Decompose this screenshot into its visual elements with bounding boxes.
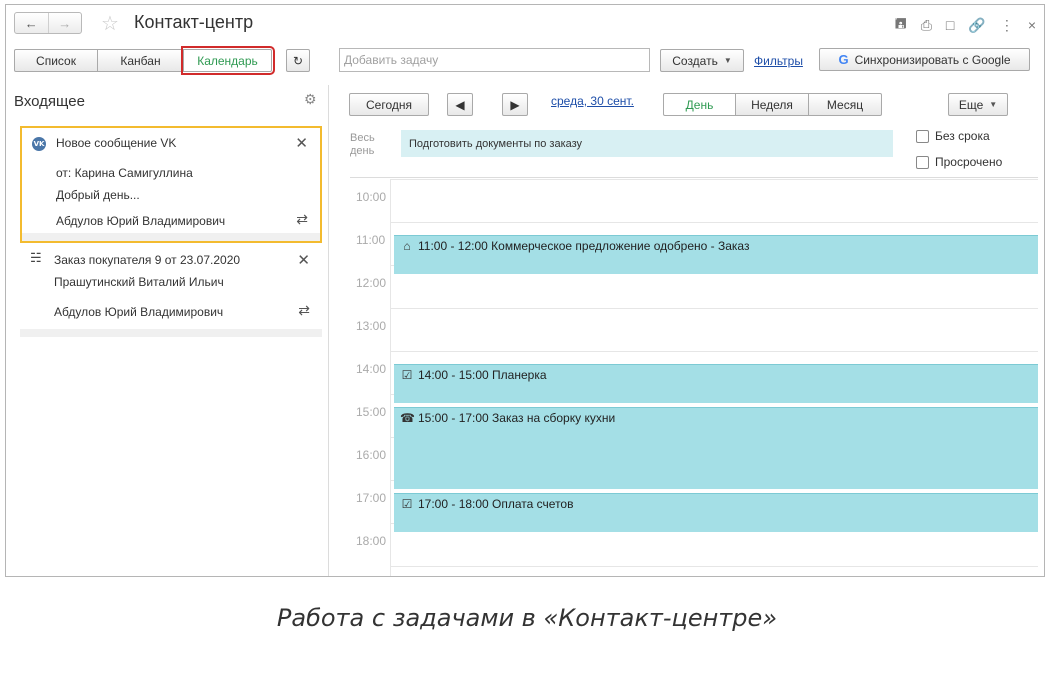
event-text: 17:00 - 18:00 Оплата счетов <box>418 497 574 511</box>
transfer-icon[interactable]: ⇄ <box>298 302 310 319</box>
link-icon[interactable]: 🔗 <box>968 17 985 34</box>
card-assignee: Абдулов Юрий Владимирович <box>54 305 224 319</box>
allday-event[interactable]: Подготовить документы по заказу <box>401 130 893 157</box>
google-icon: G <box>838 52 849 67</box>
tab-calendar[interactable]: Календарь <box>181 46 275 75</box>
inbox-card-vk[interactable]: VK Новое сообщение VK ✕ от: Карина Самиг… <box>20 126 322 243</box>
hour-label: 18:00 <box>356 534 387 548</box>
back-arrow-icon[interactable]: ← <box>15 13 48 33</box>
calendar-view-switch: День Неделя Месяц <box>663 93 882 116</box>
favorite-star-icon[interactable]: ☆ <box>101 11 119 36</box>
allday-divider <box>350 177 1038 178</box>
more-button-label: Еще <box>958 97 984 112</box>
hour-line <box>390 308 1038 309</box>
calendar-event[interactable]: ☎ 15:00 - 17:00 Заказ на сборку кухни <box>394 407 1038 489</box>
no-due-checkbox[interactable]: Без срока <box>916 129 990 143</box>
close-icon[interactable]: ✕ <box>295 134 308 152</box>
inbox-card-order[interactable]: ☵ Заказ покупателя 9 от 23.07.2020 ✕ Пра… <box>20 245 322 337</box>
hour-line <box>390 566 1038 567</box>
hour-label: 12:00 <box>356 276 387 290</box>
window-title: Контакт-центр <box>134 12 254 32</box>
view-week[interactable]: Неделя <box>736 93 809 116</box>
view-month[interactable]: Месяц <box>809 93 882 116</box>
panel-divider <box>328 85 329 576</box>
figure-caption: Работа с задачами в «Контакт-центре» <box>276 604 778 632</box>
card-divider <box>20 329 322 337</box>
create-button[interactable]: Создать ▼ <box>660 49 744 72</box>
card-divider <box>22 233 320 241</box>
create-button-label: Создать <box>672 53 718 68</box>
today-button[interactable]: Сегодня <box>349 93 429 116</box>
day-grid: 10:00 11:00 12:00 13:00 14:00 15:00 16:00 17:00… <box>350 179 1038 576</box>
calendar-event[interactable]: ☑ 17:00 - 18:00 Оплата счетов <box>394 493 1038 532</box>
current-date-link[interactable]: среда, 30 сент. <box>551 94 634 108</box>
nav-buttons: ← → <box>14 12 82 34</box>
sync-google-button[interactable]: G Синхронизировать с Google <box>819 48 1030 71</box>
close-icon[interactable]: × <box>1028 17 1036 33</box>
event-text: 11:00 - 12:00 Коммерческое предложение о… <box>418 239 750 253</box>
prev-day-button[interactable]: ◀ <box>447 93 473 116</box>
next-day-button[interactable]: ▶ <box>502 93 528 116</box>
hour-label: 13:00 <box>356 319 387 333</box>
forward-arrow-icon[interactable]: → <box>47 13 82 33</box>
add-task-input[interactable] <box>339 48 650 72</box>
calendar-event[interactable]: ⌂ 11:00 - 12:00 Коммерческое предложение … <box>394 235 1038 274</box>
sync-google-label: Синхронизировать с Google <box>854 52 1011 67</box>
checkbox-box[interactable] <box>916 155 929 169</box>
event-text: 14:00 - 15:00 Планерка <box>418 368 547 382</box>
hour-label: 15:00 <box>356 405 387 419</box>
home-icon: ⌂ <box>403 239 411 253</box>
save-icon[interactable]: 🖪 <box>895 13 907 37</box>
hour-label: 17:00 <box>356 491 387 505</box>
close-icon[interactable]: ✕ <box>297 251 310 269</box>
card-title: Новое сообщение VK <box>56 136 177 150</box>
card-text: Прашутинский Виталий Ильич <box>54 275 224 289</box>
inbox-title: Входящее <box>14 93 85 110</box>
gear-icon[interactable]: ⚙ <box>304 91 317 108</box>
tab-kanban[interactable]: Канбан <box>98 49 184 72</box>
hour-line <box>390 179 1038 180</box>
card-from: от: Карина Самигуллина <box>56 166 193 180</box>
refresh-button[interactable]: ↻ <box>286 49 310 72</box>
hour-label: 10:00 <box>356 190 387 204</box>
hour-label: 14:00 <box>356 362 387 376</box>
print-icon[interactable]: ⎙ <box>921 17 932 34</box>
refresh-icon: ↻ <box>292 53 304 68</box>
overdue-checkbox[interactable]: Просрочено <box>916 155 1002 169</box>
allday-label: Весь день <box>350 132 375 157</box>
calendar-event[interactable]: ☑ 14:00 - 15:00 Планерка <box>394 364 1038 403</box>
view-day[interactable]: День <box>663 93 736 116</box>
view-tabs: Список Канбан Календарь <box>14 46 275 75</box>
hour-label: 11:00 <box>356 233 386 247</box>
tab-list[interactable]: Список <box>14 49 98 72</box>
hour-line <box>390 351 1038 352</box>
chevron-down-icon: ▼ <box>989 100 998 109</box>
phone-icon: ☎ <box>400 411 415 425</box>
overdue-label: Просрочено <box>935 155 1003 169</box>
hour-line <box>390 222 1038 223</box>
transfer-icon[interactable]: ⇄ <box>296 211 308 228</box>
chevron-left-icon: ◀ <box>455 97 465 112</box>
event-text: 15:00 - 17:00 Заказ на сборку кухни <box>418 411 616 425</box>
chevron-right-icon: ▶ <box>510 97 520 112</box>
task-check-icon: ☑ <box>401 497 413 511</box>
preview-icon[interactable]: □ <box>946 17 954 33</box>
card-assignee: Абдулов Юрий Владимирович <box>56 214 226 228</box>
vk-icon: VK <box>32 137 46 151</box>
window-actions: 🖪 ⎙ □ 🔗 ⋮ × <box>895 13 1036 37</box>
card-title: Заказ покупателя 9 от 23.07.2020 <box>54 253 241 267</box>
checkbox-box[interactable] <box>916 129 929 143</box>
card-text: Добрый день... <box>56 188 140 202</box>
more-button[interactable]: Еще ▼ <box>948 93 1008 116</box>
task-check-icon: ☑ <box>401 368 413 382</box>
basket-icon: ☵ <box>30 250 42 265</box>
filters-link[interactable]: Фильтры <box>754 54 803 68</box>
no-due-label: Без срока <box>935 129 990 143</box>
hour-label: 16:00 <box>356 448 387 462</box>
chevron-down-icon: ▼ <box>723 56 732 65</box>
contact-center-window: ← → ☆ Контакт-центр 🖪 ⎙ □ 🔗 ⋮ × Список К… <box>5 4 1045 577</box>
more-vertical-icon[interactable]: ⋮ <box>1000 17 1014 34</box>
